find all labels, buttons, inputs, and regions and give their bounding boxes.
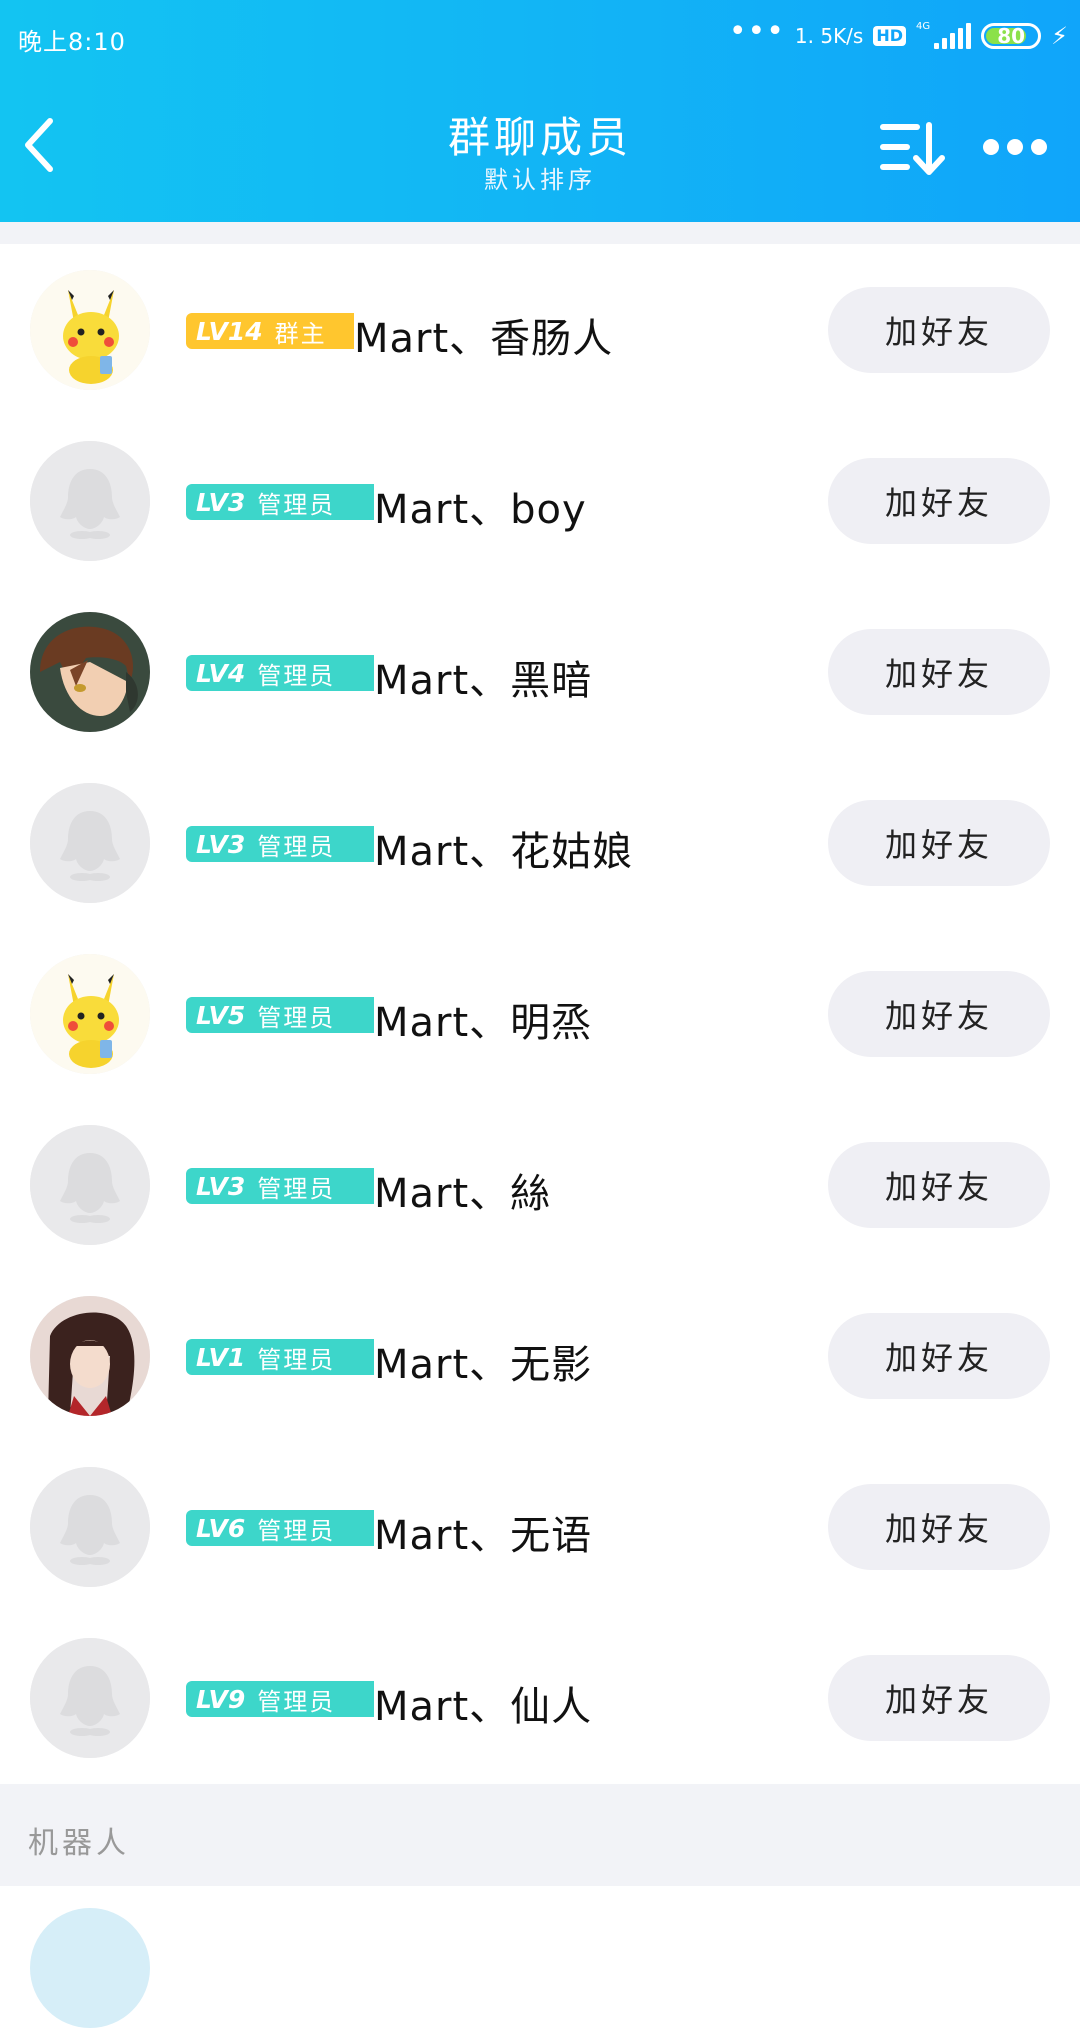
admin-badge: LV3 管理员 bbox=[186, 826, 374, 862]
member-level: LV9 bbox=[196, 1684, 246, 1714]
title-bar: 晚上8:10 ••• 1. 5K/s HD 4G 80 ⚡ 群聊成员 默认排序 bbox=[0, 0, 1080, 222]
member-level: LV14 bbox=[196, 316, 263, 346]
add-friend-button[interactable]: 加好友 bbox=[828, 1142, 1050, 1228]
divider bbox=[0, 222, 1080, 244]
pikachu-avatar[interactable] bbox=[30, 270, 150, 390]
member-role: 管理员 bbox=[257, 661, 336, 690]
member-level: LV3 bbox=[196, 1171, 246, 1201]
member-row[interactable]: LV9 管理员 Mart、仙人 加好友 bbox=[0, 1612, 1080, 1783]
default-penguin-avatar[interactable] bbox=[30, 783, 150, 903]
admin-badge: LV3 管理员 bbox=[186, 484, 374, 520]
member-level: LV1 bbox=[196, 1342, 246, 1372]
more-options-button[interactable] bbox=[982, 130, 1048, 164]
battery-icon: 80 bbox=[981, 23, 1042, 49]
robot-avatar[interactable] bbox=[30, 1908, 150, 2028]
status-bar: 晚上8:10 ••• 1. 5K/s HD 4G 80 ⚡ bbox=[0, 0, 1080, 72]
add-friend-button[interactable]: 加好友 bbox=[828, 629, 1050, 715]
member-role: 管理员 bbox=[257, 1687, 336, 1716]
sort-icon bbox=[880, 122, 945, 175]
member-row[interactable]: LV4 管理员 Mart、黑暗 加好友 bbox=[0, 586, 1080, 757]
more-dots-icon bbox=[983, 139, 1047, 155]
admin-badge: LV9 管理员 bbox=[186, 1681, 374, 1717]
robot-section-label: 机器人 bbox=[28, 1826, 130, 1861]
member-name[interactable]: Mart、无语 bbox=[374, 1503, 592, 1561]
member-role: 管理员 bbox=[257, 1345, 336, 1374]
status-time: 晚上8:10 bbox=[18, 28, 126, 56]
default-penguin-avatar[interactable] bbox=[30, 441, 150, 561]
member-row[interactable]: LV1 管理员 Mart、无影 加好友 bbox=[0, 1270, 1080, 1441]
pikachu-avatar[interactable] bbox=[30, 954, 150, 1074]
owner-badge: LV14 群主 bbox=[186, 313, 354, 349]
member-role: 管理员 bbox=[257, 832, 336, 861]
robot-section-header: 机器人 bbox=[0, 1784, 1080, 1886]
member-row[interactable]: LV14 群主 Mart、香肠人 加好友 bbox=[0, 244, 1080, 415]
add-friend-button[interactable]: 加好友 bbox=[828, 1484, 1050, 1570]
admin-badge: LV4 管理员 bbox=[186, 655, 374, 691]
member-name[interactable]: Mart、仙人 bbox=[374, 1674, 592, 1732]
member-name[interactable]: Mart、絲 bbox=[374, 1161, 551, 1219]
battery-level: 80 bbox=[997, 24, 1026, 48]
member-role: 管理员 bbox=[257, 1516, 336, 1545]
hd-badge: HD bbox=[873, 26, 907, 46]
add-friend-button[interactable]: 加好友 bbox=[828, 800, 1050, 886]
member-row[interactable]: LV3 管理员 Mart、絲 加好友 bbox=[0, 1099, 1080, 1270]
admin-badge: LV5 管理员 bbox=[186, 997, 374, 1033]
member-name[interactable]: Mart、黑暗 bbox=[374, 648, 592, 706]
member-name[interactable]: Mart、花姑娘 bbox=[374, 819, 633, 877]
member-name[interactable]: Mart、boy bbox=[374, 477, 587, 535]
signal-icon bbox=[934, 23, 972, 49]
network-speed: 1. 5K/s bbox=[794, 24, 864, 48]
member-role: 管理员 bbox=[257, 1174, 336, 1203]
default-penguin-avatar[interactable] bbox=[30, 1467, 150, 1587]
member-row[interactable]: LV5 管理员 Mart、明烝 加好友 bbox=[0, 928, 1080, 1099]
member-level: LV5 bbox=[196, 1000, 246, 1030]
member-level: LV3 bbox=[196, 487, 246, 517]
add-friend-button[interactable]: 加好友 bbox=[828, 1313, 1050, 1399]
member-row[interactable]: LV3 管理员 Mart、boy 加好友 bbox=[0, 415, 1080, 586]
charging-icon: ⚡ bbox=[1051, 22, 1068, 50]
add-friend-button[interactable]: 加好友 bbox=[828, 1655, 1050, 1741]
member-role: 群主 bbox=[274, 319, 327, 348]
member-role: 管理员 bbox=[257, 1003, 336, 1032]
member-level: LV6 bbox=[196, 1513, 246, 1543]
member-row[interactable]: LV6 管理员 Mart、无语 加好友 bbox=[0, 1441, 1080, 1612]
member-name[interactable]: Mart、明烝 bbox=[374, 990, 592, 1048]
member-role: 管理员 bbox=[257, 490, 336, 519]
add-friend-button[interactable]: 加好友 bbox=[828, 458, 1050, 544]
default-penguin-avatar[interactable] bbox=[30, 1638, 150, 1758]
notification-dots-icon: ••• bbox=[728, 14, 785, 49]
status-indicators: ••• 1. 5K/s HD 4G 80 ⚡ bbox=[728, 14, 1068, 54]
member-level: LV3 bbox=[196, 829, 246, 859]
sort-button[interactable] bbox=[876, 118, 946, 178]
admin-badge: LV3 管理员 bbox=[186, 1168, 374, 1204]
anime-boy-avatar[interactable] bbox=[30, 612, 150, 732]
member-level: LV4 bbox=[196, 658, 246, 688]
add-friend-button[interactable]: 加好友 bbox=[828, 971, 1050, 1057]
member-name[interactable]: Mart、无影 bbox=[374, 1332, 592, 1390]
add-friend-button[interactable]: 加好友 bbox=[828, 287, 1050, 373]
member-row[interactable]: LV3 管理员 Mart、花姑娘 加好友 bbox=[0, 757, 1080, 928]
anime-character-avatar[interactable] bbox=[30, 1296, 150, 1416]
admin-badge: LV6 管理员 bbox=[186, 1510, 374, 1546]
network-type: 4G bbox=[916, 20, 931, 32]
member-list: LV14 群主 Mart、香肠人 加好友 LV3 管理员 Mart、boy 加好友 LV4 管理员… bbox=[0, 244, 1080, 1783]
default-penguin-avatar[interactable] bbox=[30, 1125, 150, 1245]
member-name[interactable]: Mart、香肠人 bbox=[354, 306, 613, 364]
admin-badge: LV1 管理员 bbox=[186, 1339, 374, 1375]
